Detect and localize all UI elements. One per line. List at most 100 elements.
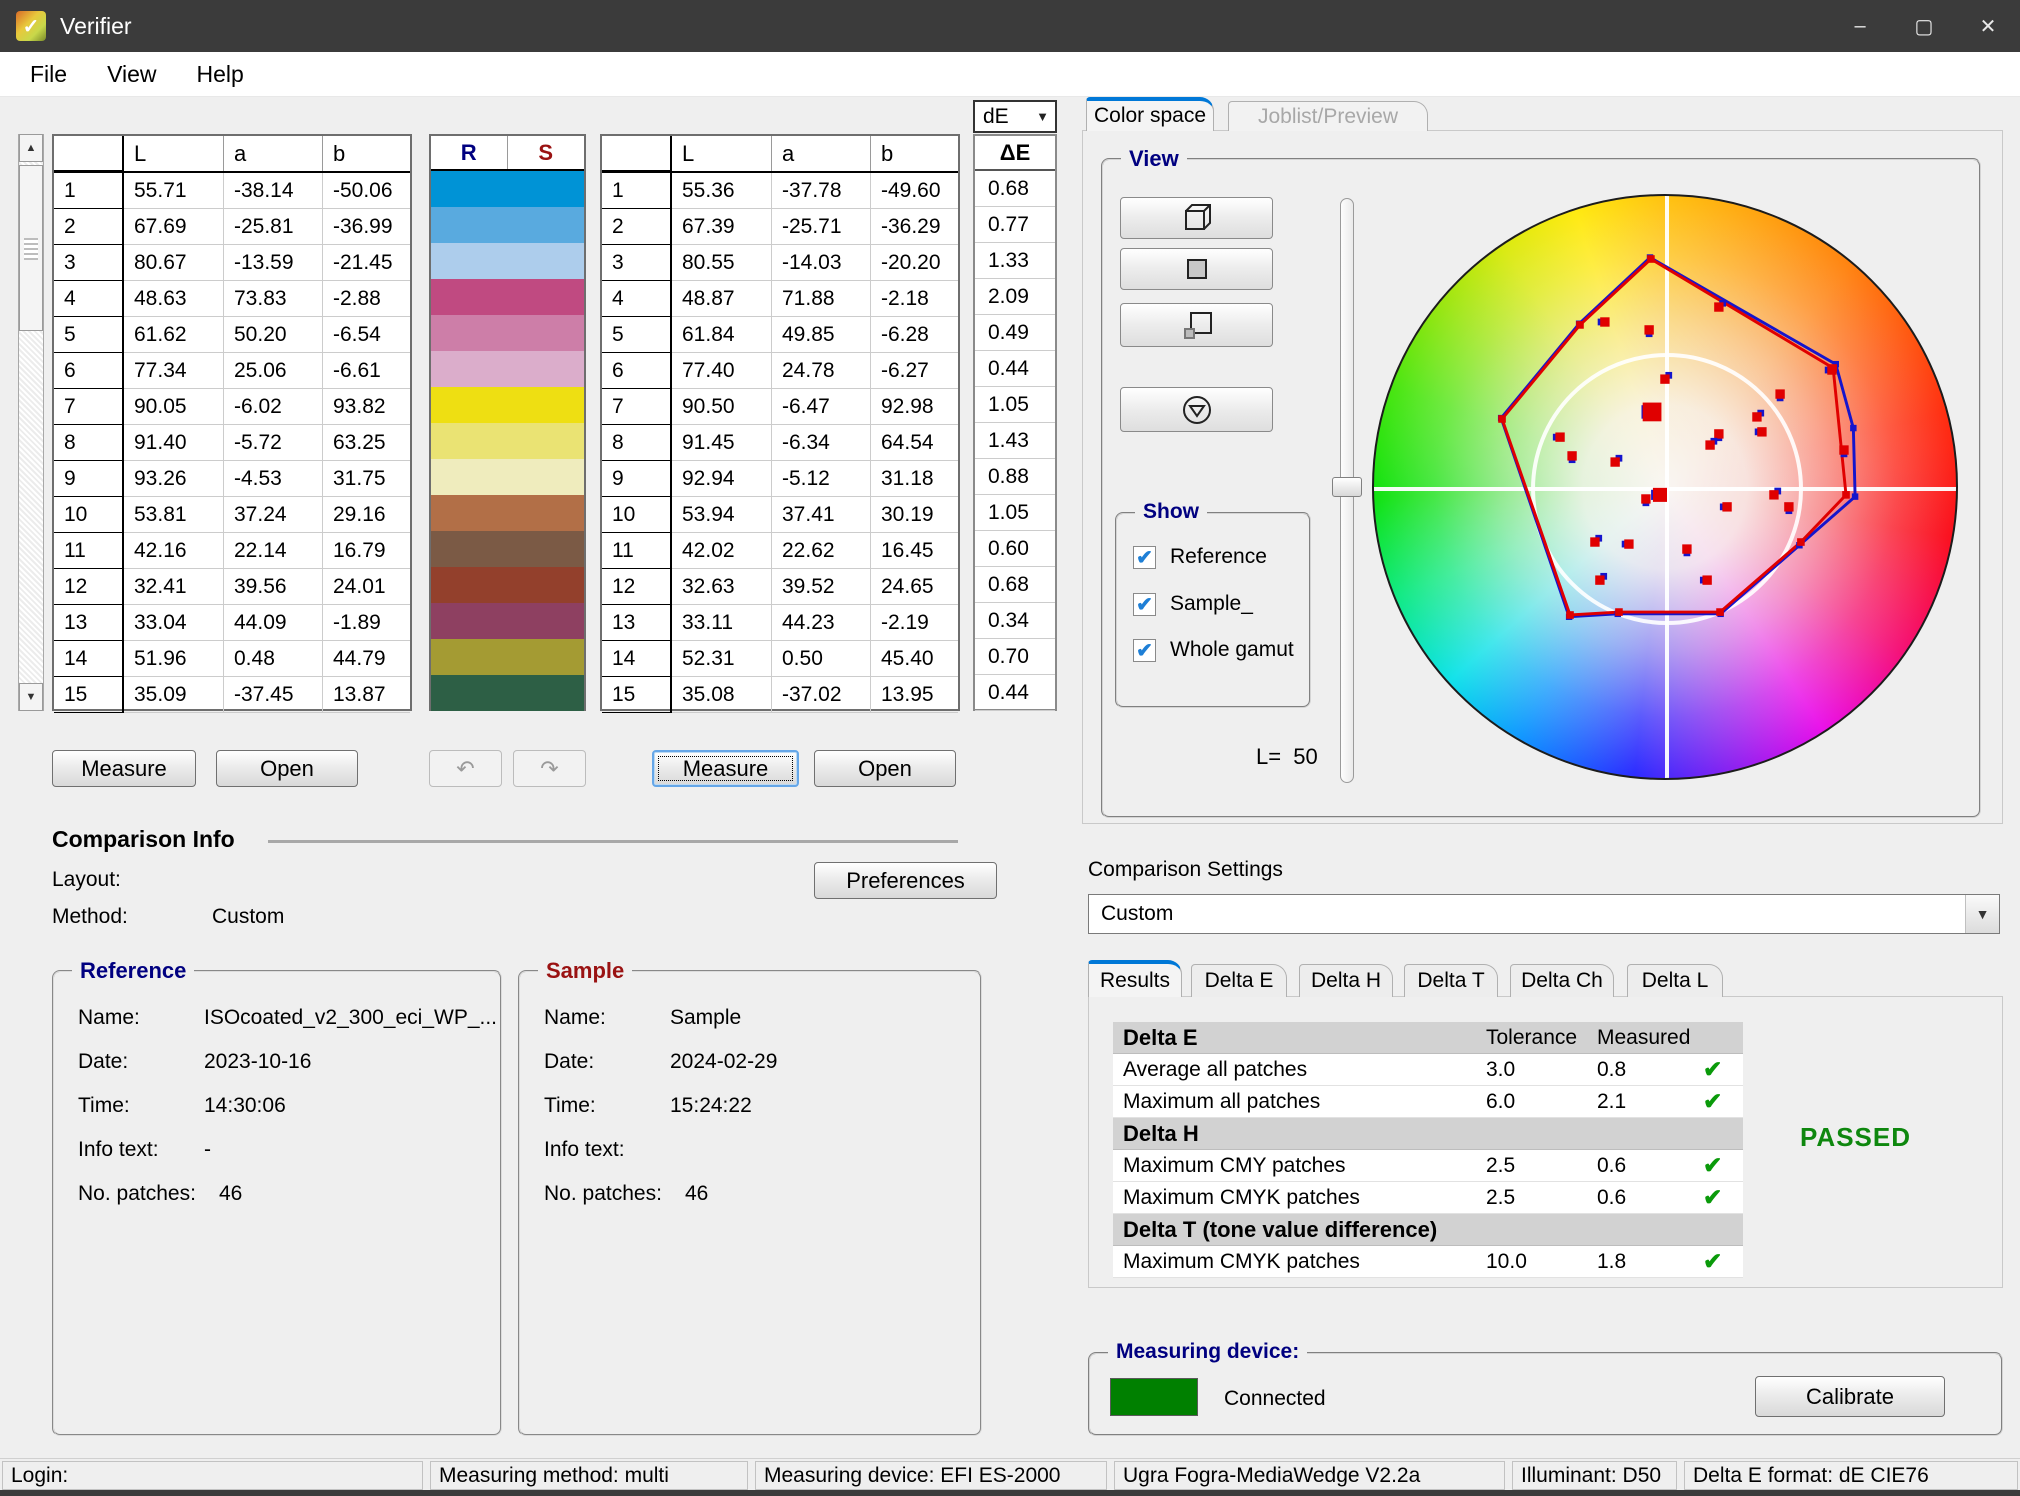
- cell: 13.87: [323, 677, 410, 713]
- measure-sample-button[interactable]: Measure: [652, 750, 799, 787]
- pass-check-icon: ✔: [1703, 1088, 1741, 1115]
- tab-delta-h[interactable]: Delta H: [1299, 964, 1393, 997]
- section-name: Delta H: [1113, 1121, 1486, 1147]
- reference-table-row[interactable]: 380.67-13.59-21.45: [54, 245, 410, 281]
- sample-table-row[interactable]: 267.39-25.71-36.29: [602, 209, 958, 245]
- checkbox-whole-gamut[interactable]: ✔Whole gamut: [1133, 638, 1294, 662]
- tab-joblist-preview[interactable]: Joblist/Preview: [1228, 101, 1428, 131]
- cell: 12: [54, 569, 124, 605]
- tab-delta-ch[interactable]: Delta Ch: [1510, 964, 1614, 997]
- tab-delta-t[interactable]: Delta T: [1404, 964, 1498, 997]
- reference-table-row[interactable]: 993.26-4.5331.75: [54, 461, 410, 497]
- sample-table-row[interactable]: 992.94-5.1231.18: [602, 461, 958, 497]
- overlap-squares-icon: [1177, 307, 1217, 343]
- calibrate-button[interactable]: Calibrate: [1755, 1376, 1945, 1417]
- sample-table-row[interactable]: 677.4024.78-6.27: [602, 353, 958, 389]
- sample-table-row[interactable]: 561.8449.85-6.28: [602, 317, 958, 353]
- delta-e-value: 0.68: [975, 171, 1055, 207]
- view-2d-button[interactable]: [1120, 248, 1273, 290]
- view-3d-button[interactable]: [1120, 197, 1273, 239]
- cell: 35.09: [124, 677, 224, 713]
- sample-table-row[interactable]: 1535.08-37.0213.95: [602, 677, 958, 713]
- reference-table-row[interactable]: 155.71-38.14-50.06: [54, 173, 410, 209]
- cell: 32.63: [672, 569, 772, 605]
- comparison-settings-dropdown[interactable]: Custom ▼: [1088, 894, 2000, 934]
- sample-table-row[interactable]: 1333.1144.23-2.19: [602, 605, 958, 641]
- reference-table-row[interactable]: 267.69-25.81-36.99: [54, 209, 410, 245]
- checkbox-box[interactable]: ✔: [1133, 593, 1156, 616]
- open-sample-button[interactable]: Open: [814, 750, 956, 787]
- cell: 48.63: [124, 281, 224, 317]
- cell: 4: [602, 281, 672, 317]
- sample-table-row[interactable]: 790.50-6.4792.98: [602, 389, 958, 425]
- tab-results[interactable]: Results: [1088, 960, 1182, 997]
- view-gamut-button[interactable]: [1120, 387, 1273, 432]
- cell: -6.34: [772, 425, 871, 461]
- sample-table-row[interactable]: 448.8771.88-2.18: [602, 281, 958, 317]
- measure-reference-button[interactable]: Measure: [52, 750, 196, 787]
- reference-table-row[interactable]: 561.6250.20-6.54: [54, 317, 410, 353]
- sample-table-row[interactable]: 155.36-37.78-49.60: [602, 173, 958, 209]
- redo-icon[interactable]: ↷: [513, 750, 586, 787]
- reference-table-row[interactable]: 1232.4139.5624.01: [54, 569, 410, 605]
- section-name: Delta E: [1113, 1025, 1486, 1051]
- cell: 2: [54, 209, 124, 245]
- sample-table-row[interactable]: 1452.310.5045.40: [602, 641, 958, 677]
- checkbox-box[interactable]: ✔: [1133, 546, 1156, 569]
- cell: 91.45: [672, 425, 772, 461]
- sample-point: [1769, 490, 1778, 499]
- scroll-up-icon[interactable]: ▲: [19, 134, 43, 162]
- cell: 2: [602, 209, 672, 245]
- gamut-plot: [1374, 196, 1958, 780]
- delta-e-value: 1.05: [975, 495, 1055, 531]
- sample-table-row[interactable]: 1232.6339.5224.65: [602, 569, 958, 605]
- cell: 39.56: [224, 569, 323, 605]
- cell: 90.50: [672, 389, 772, 425]
- cell: 33.11: [672, 605, 772, 641]
- reference-table-row[interactable]: 1333.0444.09-1.89: [54, 605, 410, 641]
- info-text-label: Info text:: [78, 1138, 159, 1162]
- color-patch-10: [431, 495, 584, 531]
- cell: -25.81: [224, 209, 323, 245]
- sample-table-row[interactable]: 380.55-14.03-20.20: [602, 245, 958, 281]
- results-section-header: Delta EToleranceMeasured: [1113, 1022, 1743, 1054]
- reference-table-row[interactable]: 448.6373.83-2.88: [54, 281, 410, 317]
- checkbox-sample[interactable]: ✔Sample_: [1133, 592, 1253, 616]
- delta-e-format-dropdown[interactable]: dE ▼: [973, 100, 1057, 133]
- reference-table-row[interactable]: 677.3425.06-6.61: [54, 353, 410, 389]
- checkbox-box[interactable]: ✔: [1133, 639, 1156, 662]
- menu-help[interactable]: Help: [177, 52, 264, 97]
- reference-table-row[interactable]: 1142.1622.1416.79: [54, 533, 410, 569]
- tab-color-space[interactable]: Color space: [1086, 97, 1214, 131]
- view-compare-button[interactable]: [1120, 303, 1273, 347]
- cell: 42.16: [124, 533, 224, 569]
- tab-delta-l[interactable]: Delta L: [1627, 964, 1723, 997]
- close-button[interactable]: ✕: [1956, 0, 2020, 52]
- maximize-button[interactable]: ▢: [1892, 0, 1956, 52]
- result-tolerance: 2.5: [1486, 1154, 1597, 1178]
- chevron-down-icon[interactable]: ▼: [1965, 895, 1999, 933]
- reference-table-row[interactable]: 891.40-5.7263.25: [54, 425, 410, 461]
- sample-table-row[interactable]: 1053.9437.4130.19: [602, 497, 958, 533]
- open-reference-button[interactable]: Open: [216, 750, 358, 787]
- table-scrollbar[interactable]: ▲ ▼: [18, 134, 44, 711]
- undo-icon[interactable]: ↶: [429, 750, 502, 787]
- reference-table-row[interactable]: 1535.09-37.4513.87: [54, 677, 410, 713]
- reference-table-row[interactable]: 1053.8137.2429.16: [54, 497, 410, 533]
- column-measured: Measured: [1597, 1026, 1703, 1050]
- menu-file[interactable]: File: [10, 52, 87, 97]
- reference-table-row[interactable]: 790.05-6.0293.82: [54, 389, 410, 425]
- scroll-down-icon[interactable]: ▼: [19, 683, 43, 711]
- scrollbar-thumb[interactable]: [19, 165, 43, 331]
- sample-point: [1784, 502, 1793, 511]
- menu-view[interactable]: View: [87, 52, 176, 97]
- color-wheel[interactable]: [1372, 194, 1958, 780]
- tab-delta-e[interactable]: Delta E: [1191, 964, 1287, 997]
- preferences-button[interactable]: Preferences: [814, 862, 997, 899]
- checkbox-reference[interactable]: ✔Reference: [1133, 545, 1267, 569]
- reference-table-row[interactable]: 1451.960.4844.79: [54, 641, 410, 677]
- sample-table-row[interactable]: 1142.0222.6216.45: [602, 533, 958, 569]
- minimize-button[interactable]: –: [1828, 0, 1892, 52]
- lightness-slider-thumb[interactable]: [1332, 477, 1362, 497]
- sample-table-row[interactable]: 891.45-6.3464.54: [602, 425, 958, 461]
